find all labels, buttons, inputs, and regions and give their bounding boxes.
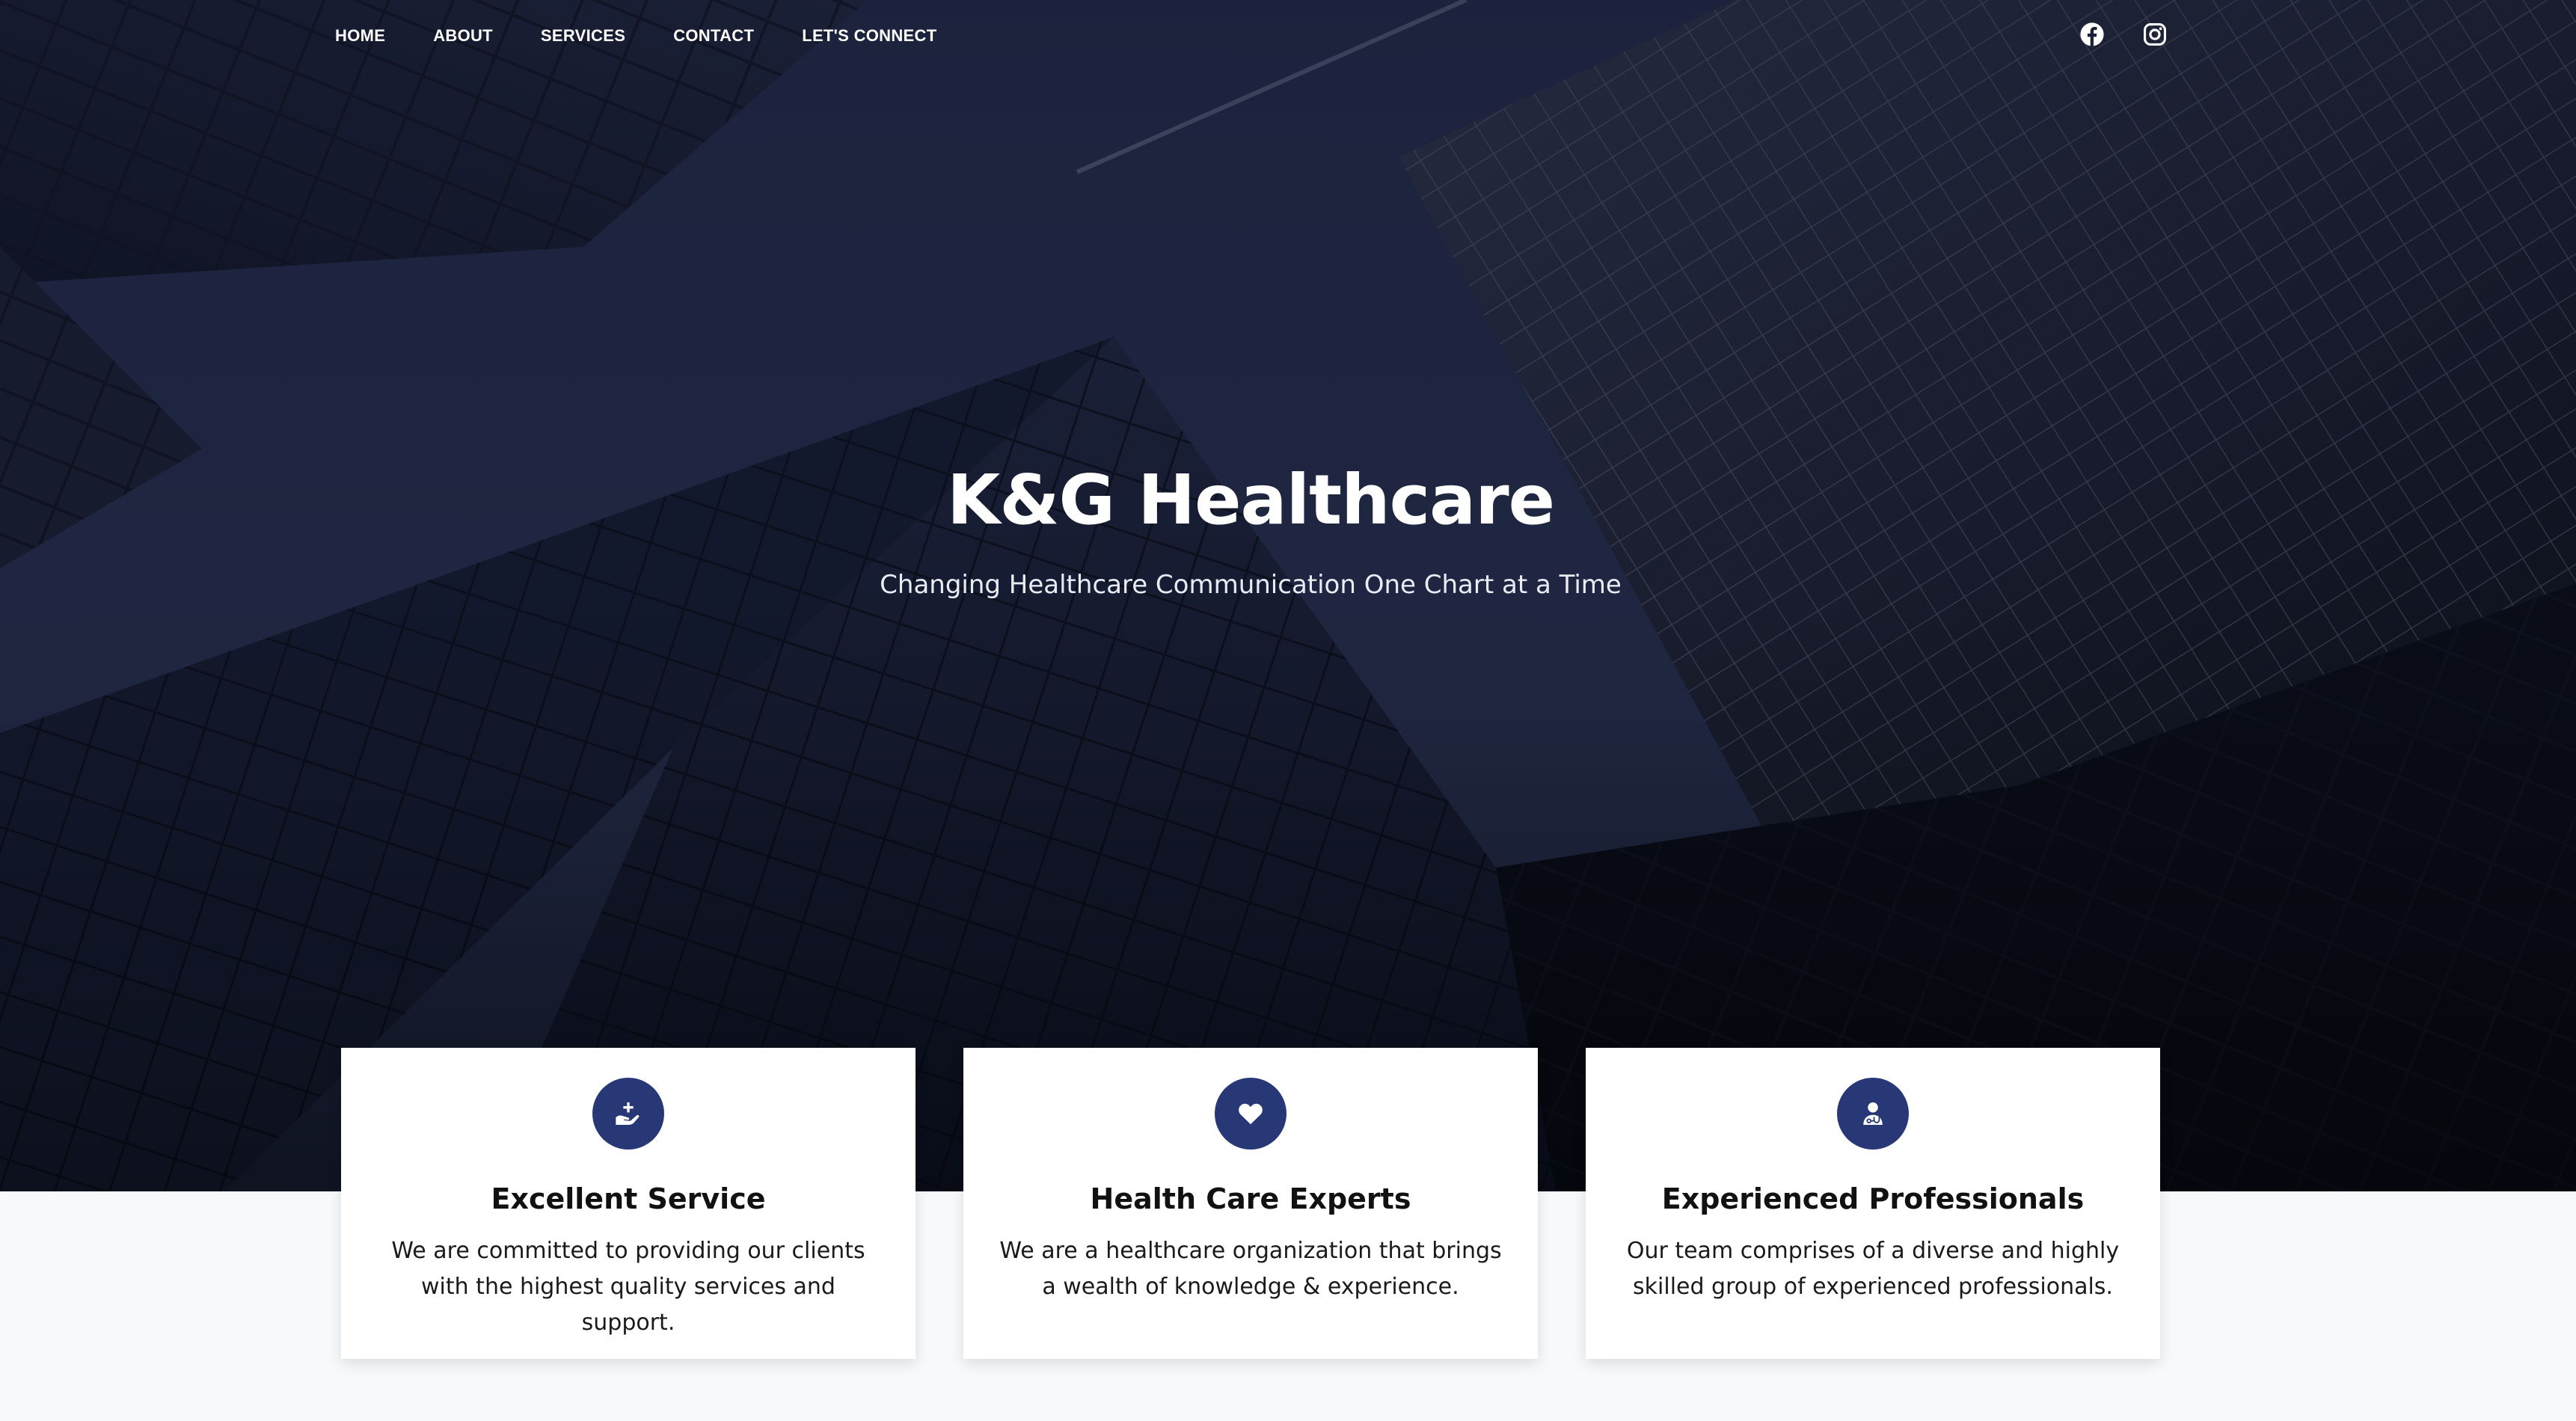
nav-contact[interactable]: CONTACT <box>673 26 754 46</box>
main-nav: HOME ABOUT SERVICES CONTACT LET'S CONNEC… <box>335 22 984 49</box>
card-title: Excellent Service <box>491 1182 766 1215</box>
feature-cards: Excellent Service We are committed to pr… <box>341 1048 2160 1359</box>
hero-section: HOME ABOUT SERVICES CONTACT LET'S CONNEC… <box>0 0 2576 1191</box>
nav-about[interactable]: ABOUT <box>433 26 493 46</box>
card-description: Our team comprises of a diverse and high… <box>1626 1238 2120 1300</box>
card-title: Health Care Experts <box>1090 1182 1411 1215</box>
heart-icon <box>1215 1078 1287 1150</box>
card-description: We are a healthcare organization that br… <box>999 1238 1502 1300</box>
feature-card-health-care-experts: Health Care Experts We are a healthcare … <box>963 1048 1538 1359</box>
card-title: Experienced Professionals <box>1661 1182 2085 1215</box>
instagram-icon[interactable] <box>2141 20 2169 49</box>
facebook-icon[interactable] <box>2078 20 2106 49</box>
medical-professional-icon <box>1837 1078 1909 1150</box>
hand-plus-icon <box>592 1078 664 1150</box>
nav-home[interactable]: HOME <box>335 26 385 46</box>
nav-services[interactable]: SERVICES <box>541 26 625 46</box>
page-title: K&G Healthcare <box>947 460 1555 540</box>
page-subtitle: Changing Healthcare Communication One Ch… <box>880 570 1622 600</box>
feature-card-excellent-service: Excellent Service We are committed to pr… <box>341 1048 916 1359</box>
nav-lets-connect[interactable]: LET'S CONNECT <box>802 26 936 46</box>
social-links <box>2078 20 2204 49</box>
card-description: We are committed to providing our client… <box>391 1238 865 1336</box>
feature-card-experienced-professionals: Experienced Professionals Our team compr… <box>1586 1048 2160 1359</box>
